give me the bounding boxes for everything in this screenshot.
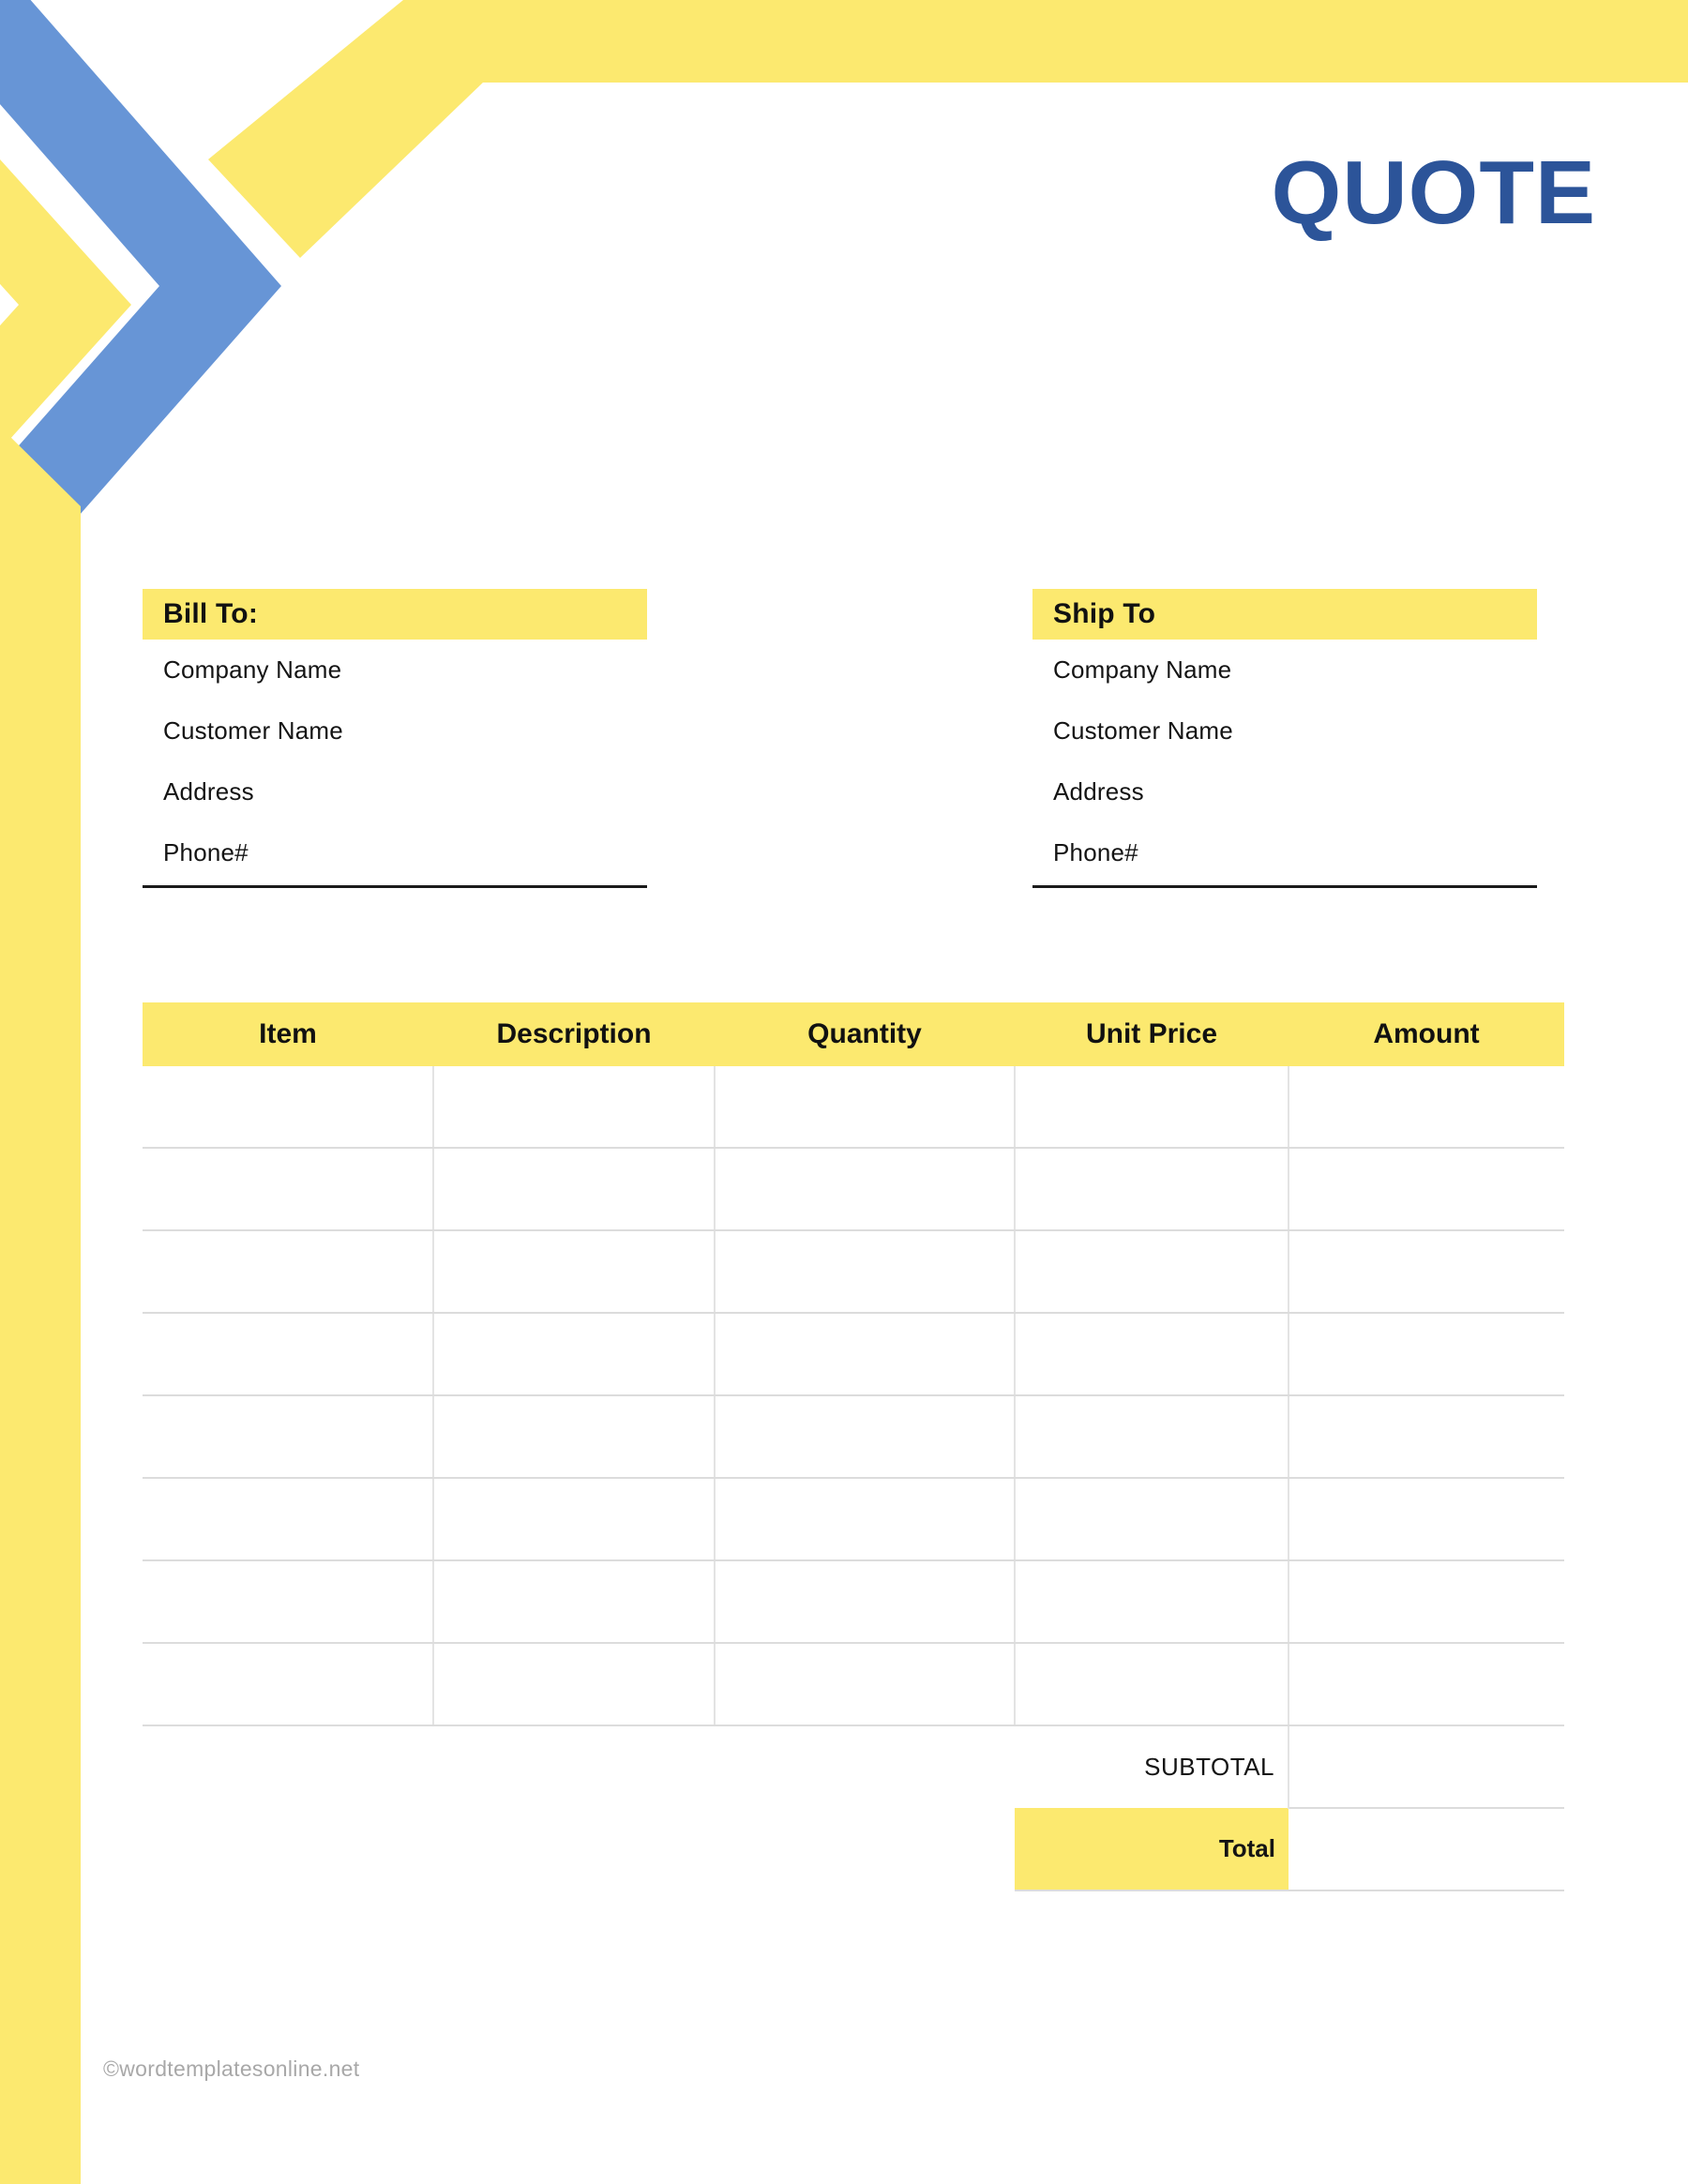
cell-unit-price[interactable] <box>1015 1560 1289 1644</box>
cell-amount[interactable] <box>1289 1478 1564 1561</box>
cell-quantity[interactable] <box>715 1395 1016 1479</box>
cell-unit-price[interactable] <box>1015 1066 1289 1149</box>
cell-quantity[interactable] <box>715 1066 1016 1149</box>
column-header-description: Description <box>433 1002 715 1066</box>
table-row <box>143 1395 1564 1479</box>
table-row <box>143 1066 1564 1149</box>
cell-item[interactable] <box>143 1313 434 1396</box>
blue-chevron <box>0 0 281 606</box>
bill-to-company-name[interactable]: Company Name <box>143 640 647 700</box>
cell-amount[interactable] <box>1289 1230 1564 1314</box>
table-header-row: Item Description Quantity Unit Price Amo… <box>143 1002 1564 1066</box>
cell-amount[interactable] <box>1289 1313 1564 1396</box>
bottom-yellow-wedge <box>0 427 81 656</box>
total-spacer <box>143 1808 1015 1890</box>
bill-to-underline <box>143 885 647 888</box>
left-yellow-bar <box>0 488 81 2184</box>
table-body: SUBTOTAL Total <box>143 1066 1564 1891</box>
cell-quantity[interactable] <box>715 1643 1016 1726</box>
bill-to-heading: Bill To: <box>143 589 647 640</box>
cell-description[interactable] <box>433 1066 716 1149</box>
cell-quantity[interactable] <box>715 1560 1016 1644</box>
subtotal-spacer <box>143 1725 1015 1808</box>
table-row <box>143 1643 1564 1726</box>
subtotal-value[interactable] <box>1289 1725 1564 1809</box>
cell-quantity[interactable] <box>715 1313 1016 1396</box>
cell-item[interactable] <box>143 1230 434 1314</box>
cell-item[interactable] <box>143 1148 434 1231</box>
footer-credit: ©wordtemplatesonline.net <box>103 2056 360 2081</box>
ship-to-address[interactable]: Address <box>1032 761 1537 822</box>
ship-to-customer-name[interactable]: Customer Name <box>1032 700 1537 761</box>
cell-description[interactable] <box>433 1148 716 1231</box>
cell-item[interactable] <box>143 1560 434 1644</box>
total-label: Total <box>1015 1808 1289 1891</box>
bill-to-address[interactable]: Address <box>143 761 647 822</box>
cell-item[interactable] <box>143 1066 434 1149</box>
cell-amount[interactable] <box>1289 1643 1564 1726</box>
bill-to-block: Bill To: Company Name Customer Name Addr… <box>143 589 647 888</box>
cell-item[interactable] <box>143 1643 434 1726</box>
cell-description[interactable] <box>433 1395 716 1479</box>
cell-description[interactable] <box>433 1643 716 1726</box>
cell-amount[interactable] <box>1289 1560 1564 1644</box>
quote-document-page: QUOTE Bill To: Company Name Customer Nam… <box>0 0 1688 2184</box>
table-row <box>143 1313 1564 1396</box>
cell-quantity[interactable] <box>715 1478 1016 1561</box>
bill-to-customer-name[interactable]: Customer Name <box>143 700 647 761</box>
yellow-chevron-small <box>0 159 131 450</box>
column-header-unit-price: Unit Price <box>1015 1002 1289 1066</box>
page-title: QUOTE <box>1271 143 1596 243</box>
total-row: Total <box>143 1808 1564 1891</box>
table-row <box>143 1560 1564 1644</box>
cell-unit-price[interactable] <box>1015 1478 1289 1561</box>
cell-description[interactable] <box>433 1313 716 1396</box>
bill-to-phone[interactable]: Phone# <box>143 822 647 883</box>
cell-amount[interactable] <box>1289 1066 1564 1149</box>
column-header-item: Item <box>143 1002 433 1066</box>
cell-amount[interactable] <box>1289 1395 1564 1479</box>
subtotal-label: SUBTOTAL <box>1015 1725 1289 1808</box>
table-row <box>143 1230 1564 1314</box>
table-row <box>143 1478 1564 1561</box>
cell-unit-price[interactable] <box>1015 1313 1289 1396</box>
column-header-quantity: Quantity <box>715 1002 1015 1066</box>
cell-description[interactable] <box>433 1478 716 1561</box>
cell-unit-price[interactable] <box>1015 1230 1289 1314</box>
cell-item[interactable] <box>143 1395 434 1479</box>
cell-description[interactable] <box>433 1560 716 1644</box>
cell-amount[interactable] <box>1289 1148 1564 1231</box>
cell-quantity[interactable] <box>715 1230 1016 1314</box>
ship-to-company-name[interactable]: Company Name <box>1032 640 1537 700</box>
cell-description[interactable] <box>433 1230 716 1314</box>
ship-to-phone[interactable]: Phone# <box>1032 822 1537 883</box>
column-header-amount: Amount <box>1289 1002 1564 1066</box>
ship-to-block: Ship To Company Name Customer Name Addre… <box>1032 589 1537 888</box>
cell-unit-price[interactable] <box>1015 1643 1289 1726</box>
cell-item[interactable] <box>143 1478 434 1561</box>
total-value[interactable] <box>1289 1808 1564 1891</box>
cell-unit-price[interactable] <box>1015 1395 1289 1479</box>
cell-quantity[interactable] <box>715 1148 1016 1231</box>
cell-unit-price[interactable] <box>1015 1148 1289 1231</box>
ship-to-underline <box>1032 885 1537 888</box>
table-row <box>143 1148 1564 1231</box>
line-items-table: Item Description Quantity Unit Price Amo… <box>143 1002 1564 1891</box>
subtotal-row: SUBTOTAL <box>143 1725 1564 1809</box>
ship-to-heading: Ship To <box>1032 589 1537 640</box>
